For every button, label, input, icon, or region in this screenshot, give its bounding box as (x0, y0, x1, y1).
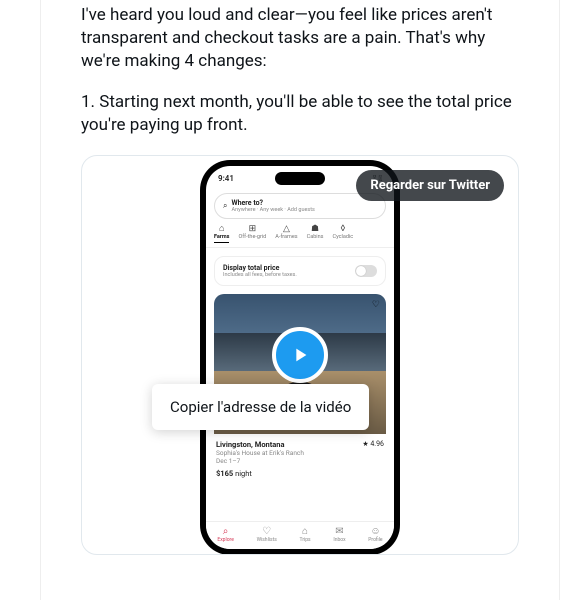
dynamic-island (275, 172, 325, 185)
nav-explore[interactable]: ⌕ Explore (217, 527, 234, 543)
nav-label: Wishlists (257, 537, 277, 543)
category-tabs: ⌂ Farms ⊞ Off-the-grid △ A-frames ☗ Cabi… (206, 225, 394, 245)
tweet-text: I've heard you loud and clear—you feel l… (81, 4, 519, 137)
profile-icon: ☺ (368, 527, 382, 537)
listing-rating: ★ 4.96 (362, 440, 384, 449)
category-a-frames[interactable]: △ A-frames (275, 225, 297, 243)
heart-icon: ♡ (257, 527, 277, 537)
category-cabins[interactable]: ☗ Cabins (307, 225, 324, 243)
cycladic-icon: ◊ (333, 225, 354, 234)
tweet-paragraph-1: I've heard you loud and clear—you feel l… (81, 4, 519, 73)
trips-icon: ⌂ (300, 527, 311, 537)
grid-icon: ⊞ (238, 225, 266, 234)
nav-inbox[interactable]: ✉ Inbox (333, 527, 345, 543)
category-off-the-grid[interactable]: ⊞ Off-the-grid (238, 225, 266, 243)
nav-trips[interactable]: ⌂ Trips (300, 527, 311, 543)
category-label: Farms (214, 234, 229, 243)
toggle-subtitle: Includes all fees, before taxes. (223, 272, 297, 278)
status-time: 9:41 (218, 174, 234, 183)
watch-on-twitter-button[interactable]: Regarder sur Twitter (356, 170, 504, 201)
nav-wishlists[interactable]: ♡ Wishlists (257, 527, 277, 543)
inbox-icon: ✉ (333, 527, 345, 537)
farm-icon: ⌂ (214, 225, 229, 234)
search-icon: ⌕ (223, 201, 227, 211)
video-play-button[interactable] (272, 327, 328, 383)
tweet-media-card[interactable]: Regarder sur Twitter 9:41 􀙇 􀛨 ⌕ Where to… (81, 155, 519, 555)
explore-icon: ⌕ (217, 527, 234, 537)
play-icon (289, 344, 311, 366)
nav-label: Explore (217, 537, 234, 543)
divider (206, 247, 394, 248)
total-price-toggle-card: Display total price Includes all fees, b… (214, 256, 386, 286)
search-subtitle: Anywhere · Any week · Add guests (231, 207, 314, 213)
listing-location: Livingston, Montana (216, 440, 285, 449)
aframe-icon: △ (275, 225, 297, 234)
category-cycladic[interactable]: ◊ Cycladic (333, 225, 354, 243)
category-label: A-frames (275, 234, 297, 240)
price-unit: night (233, 469, 252, 478)
listing-dates: Dec 1–7 (216, 457, 384, 465)
nav-profile[interactable]: ☺ Profile (368, 527, 382, 543)
nav-label: Inbox (333, 537, 345, 543)
heart-icon[interactable]: ♡ (372, 300, 380, 310)
price-amount: $165 (216, 469, 233, 478)
cabin-icon: ☗ (307, 225, 324, 234)
category-label: Off-the-grid (238, 234, 266, 240)
category-farms[interactable]: ⌂ Farms (214, 225, 229, 243)
category-label: Cycladic (333, 234, 354, 240)
category-label: Cabins (307, 234, 324, 240)
nav-label: Trips (300, 537, 311, 543)
listing-price: $165 night (216, 469, 384, 478)
context-menu-label: Copier l'adresse de la vidéo (170, 398, 351, 416)
tweet-paragraph-2: 1. Starting next month, you'll be able t… (81, 91, 519, 137)
watch-on-twitter-label: Regarder sur Twitter (370, 178, 490, 193)
listing-host: Sophia's House at Erik's Ranch (216, 449, 384, 457)
nav-label: Profile (368, 537, 382, 543)
search-title: Where to? (231, 199, 314, 207)
toggle-title: Display total price (223, 264, 297, 272)
tweet-container: I've heard you loud and clear—you feel l… (40, 0, 560, 600)
video-context-menu-item[interactable]: Copier l'adresse de la vidéo (152, 384, 369, 430)
total-price-switch[interactable] (355, 265, 377, 277)
bottom-nav: ⌕ Explore ♡ Wishlists ⌂ Trips ✉ Inbox (206, 521, 394, 549)
